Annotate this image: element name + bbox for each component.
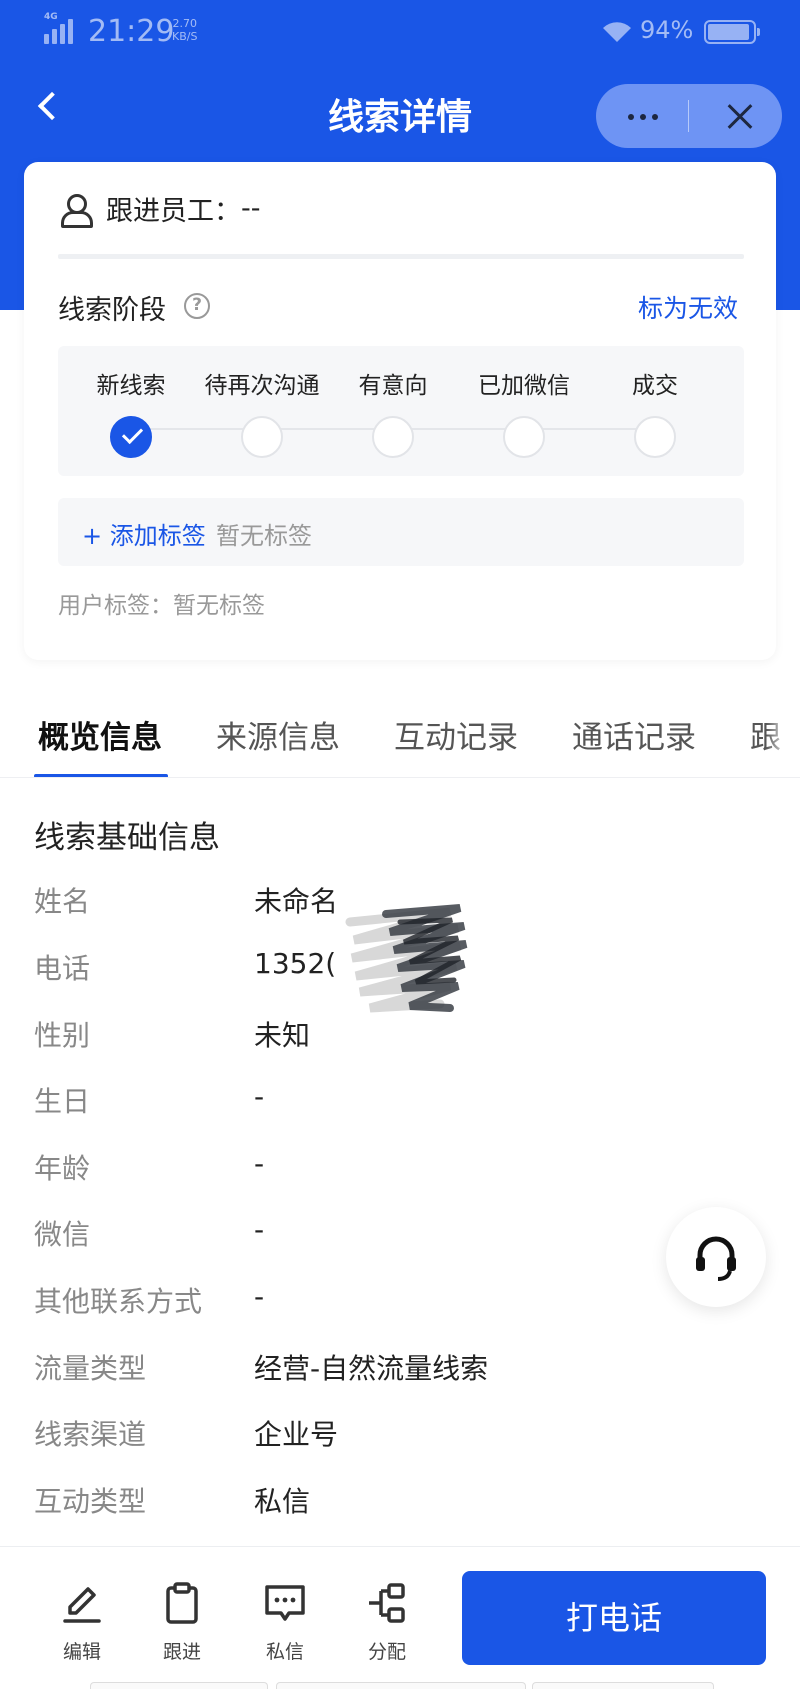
stage-dot bbox=[634, 416, 676, 458]
follow-staff-row: 跟进员工： -- bbox=[58, 186, 261, 230]
check-icon bbox=[110, 416, 152, 458]
call-button[interactable]: 打电话 bbox=[462, 1571, 766, 1665]
assign-button[interactable]: 分配 bbox=[347, 1581, 427, 1664]
stage-follow-again[interactable]: 待再次沟通 bbox=[197, 366, 327, 458]
section-title: 线索基础信息 bbox=[34, 820, 220, 856]
clipboard-icon bbox=[166, 1582, 198, 1624]
tag-box: + 添加标签 暂无标签 bbox=[58, 498, 744, 566]
stage-new-lead[interactable]: 新线索 bbox=[66, 366, 196, 458]
customer-service-button[interactable] bbox=[666, 1207, 766, 1307]
message-icon bbox=[265, 1585, 305, 1621]
stage-stepper: 新线索 待再次沟通 有意向 已加微信 成交 bbox=[58, 346, 744, 476]
no-tag-text: 暂无标签 bbox=[216, 522, 312, 550]
mark-invalid-link[interactable]: 标为无效 bbox=[638, 289, 738, 325]
stage-dot bbox=[241, 416, 283, 458]
stage-intent[interactable]: 有意向 bbox=[328, 366, 458, 458]
wifi-icon bbox=[603, 22, 631, 42]
staff-label: 跟进员工： bbox=[106, 195, 241, 227]
divider bbox=[58, 254, 744, 259]
assign-icon bbox=[369, 1583, 405, 1623]
stage-wechat-added[interactable]: 已加微信 bbox=[459, 366, 589, 458]
stage-dot bbox=[503, 416, 545, 458]
follow-up-button[interactable]: 跟进 bbox=[142, 1581, 222, 1664]
nav-bar: 线索详情 bbox=[0, 70, 800, 160]
mini-program-capsule bbox=[596, 84, 782, 148]
bottom-action-bar: 编辑 跟进 私信 分配 打电话 bbox=[0, 1546, 800, 1689]
tab-bar: 概览信息 来源信息 互动记录 通话记录 跟 bbox=[0, 686, 800, 778]
lead-summary-card: 跟进员工： -- 线索阶段 ? 标为无效 新线索 待再次沟通 有意向 已加微信 … bbox=[24, 162, 776, 660]
network-type: 4G bbox=[44, 12, 58, 22]
help-icon[interactable]: ? bbox=[184, 293, 210, 319]
tab-interactions[interactable]: 互动记录 bbox=[394, 712, 518, 757]
user-tags-text: 用户标签：暂无标签 bbox=[58, 593, 265, 619]
tab-calls[interactable]: 通话记录 bbox=[572, 712, 696, 757]
stage-dot bbox=[372, 416, 414, 458]
redaction-scribble bbox=[345, 904, 468, 1013]
staff-value: -- bbox=[241, 192, 261, 224]
tab-overview[interactable]: 概览信息 bbox=[38, 712, 162, 757]
add-tag-button[interactable]: + 添加标签 bbox=[82, 516, 206, 551]
active-tab-indicator bbox=[34, 774, 168, 777]
status-time: 21:29 bbox=[88, 14, 175, 49]
detail-sheet: 概览信息 来源信息 互动记录 通话记录 跟 线索基础信息 姓名未命名 电话135… bbox=[0, 686, 800, 1689]
edit-button[interactable]: 编辑 bbox=[42, 1581, 122, 1664]
stage-deal[interactable]: 成交 bbox=[590, 366, 720, 458]
stage-title: 线索阶段 bbox=[58, 295, 166, 326]
status-bar: 4G 21:29 2.70 KB/S 94% bbox=[0, 0, 800, 64]
tab-source[interactable]: 来源信息 bbox=[216, 712, 340, 757]
more-button[interactable] bbox=[596, 84, 688, 148]
person-icon bbox=[58, 191, 93, 228]
headset-icon bbox=[696, 1236, 736, 1281]
close-button[interactable] bbox=[696, 84, 782, 148]
battery-percent: 94% bbox=[640, 16, 694, 44]
pencil-icon bbox=[63, 1587, 101, 1623]
battery-icon bbox=[704, 20, 760, 44]
private-message-button[interactable]: 私信 bbox=[245, 1581, 325, 1664]
network-speed: 2.70 KB/S bbox=[172, 17, 198, 43]
